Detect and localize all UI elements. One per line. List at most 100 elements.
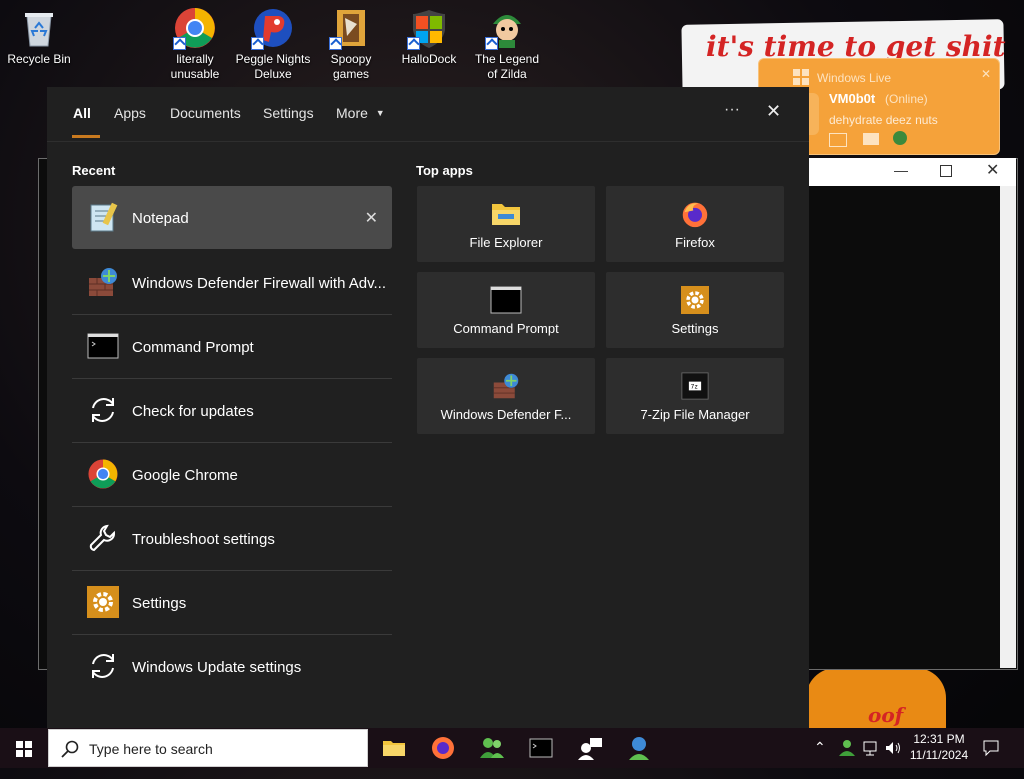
- recent-item-firewall[interactable]: Windows Defender Firewall with Adv...: [72, 251, 392, 315]
- chrome-icon: [87, 458, 119, 490]
- desktop-icon-chrome[interactable]: literally unusable: [157, 0, 233, 82]
- close-search-button[interactable]: ✕: [766, 101, 781, 122]
- command-prompt-scrollbar[interactable]: [1000, 186, 1016, 668]
- recent-item-command-prompt[interactable]: Command Prompt: [72, 315, 392, 379]
- clock-date: 11/11/2024: [909, 748, 969, 762]
- system-clock[interactable]: 12:31 PM 11/11/2024: [908, 732, 970, 772]
- desktop-icon-peggle[interactable]: Peggle Nights Deluxe: [235, 0, 311, 82]
- mail-icon[interactable]: [829, 133, 847, 147]
- taskbar-command-prompt[interactable]: [525, 732, 557, 764]
- live-close-icon[interactable]: ✕: [981, 67, 991, 81]
- chrome-icon: [173, 6, 217, 50]
- zelda-icon: [485, 6, 529, 50]
- top-app-label: Firefox: [675, 235, 715, 250]
- command-prompt-icon: [490, 286, 522, 314]
- taskbar: Type here to search ⌃ 12:31 PM 11/11/202…: [0, 728, 1024, 768]
- network-icon[interactable]: [862, 739, 880, 779]
- recent-item-check-for-updates[interactable]: Check for updates: [72, 379, 392, 443]
- live-username[interactable]: VM0b0t: [829, 91, 875, 106]
- top-app-label: File Explorer: [469, 235, 543, 250]
- messenger-icon: [480, 738, 504, 758]
- recent-item-settings[interactable]: Settings: [72, 571, 392, 635]
- tab-more[interactable]: More ▼: [336, 105, 385, 121]
- recent-item-google-chrome[interactable]: Google Chrome: [72, 443, 392, 507]
- windows-logo-icon: [407, 6, 451, 50]
- top-app-file-explorer[interactable]: File Explorer: [417, 186, 595, 262]
- firewall-icon: [490, 372, 522, 400]
- command-prompt-icon: [87, 330, 119, 362]
- refresh-icon: [87, 650, 119, 682]
- active-tab-indicator: [72, 135, 100, 138]
- taskbar-firefox[interactable]: [427, 732, 459, 764]
- tab-apps[interactable]: Apps: [114, 105, 146, 121]
- taskbar-search-box[interactable]: Type here to search: [48, 729, 368, 767]
- chevron-down-icon: ▼: [375, 108, 385, 118]
- recent-title: Recent: [72, 163, 116, 178]
- top-app-windows-defender-firewall[interactable]: Windows Defender F...: [417, 358, 595, 434]
- firefox-icon: [679, 200, 711, 228]
- recycle-bin-icon: [17, 6, 61, 50]
- taskbar-network-people[interactable]: [574, 732, 606, 764]
- tab-settings[interactable]: Settings: [263, 105, 314, 121]
- recent-item-label: Windows Update settings: [132, 659, 302, 676]
- recent-item-label: Windows Defender Firewall with Adv...: [132, 275, 386, 292]
- desktop-icon-recycle-bin[interactable]: Recycle Bin: [1, 0, 77, 67]
- recent-item-troubleshoot-settings[interactable]: Troubleshoot settings: [72, 507, 392, 571]
- gear-icon: [679, 286, 711, 314]
- tab-all[interactable]: All: [73, 105, 91, 121]
- search-tabs: All Apps Documents Settings More ▼ ··· ✕: [47, 87, 809, 142]
- start-button[interactable]: [0, 728, 48, 768]
- windows-live-title: Windows Live: [817, 71, 892, 85]
- recent-item-label: Notepad: [132, 210, 189, 227]
- desktop-icon-label: Recycle Bin: [7, 52, 71, 66]
- recent-item-label: Settings: [132, 595, 187, 612]
- network-people-icon: [578, 738, 602, 760]
- top-app-settings[interactable]: Settings: [606, 272, 784, 348]
- volume-icon[interactable]: [884, 739, 902, 779]
- clock-time: 12:31 PM: [913, 732, 965, 746]
- folder-icon: [490, 200, 522, 228]
- tab-documents[interactable]: Documents: [170, 105, 241, 121]
- top-app-firefox[interactable]: Firefox: [606, 186, 784, 262]
- live-status[interactable]: (Online): [885, 92, 928, 106]
- desktop-icon-zilda[interactable]: The Legend of Zilda: [469, 0, 545, 82]
- close-icon[interactable]: ✕: [986, 160, 999, 180]
- wallpaper-text-bottom: oof: [868, 703, 904, 727]
- desktop-icon-spoopy-games[interactable]: Spoopy games: [313, 0, 389, 82]
- top-app-command-prompt[interactable]: Command Prompt: [417, 272, 595, 348]
- maximize-icon[interactable]: [940, 165, 952, 177]
- recent-item-windows-update-settings[interactable]: Windows Update settings: [72, 635, 392, 698]
- peggle-icon: [251, 6, 295, 50]
- desktop-icon-label: Peggle Nights Deluxe: [235, 52, 311, 81]
- folder-icon[interactable]: [863, 133, 879, 145]
- taskbar-messenger[interactable]: [476, 732, 508, 764]
- firewall-icon: [87, 266, 119, 298]
- recent-item-label: Check for updates: [132, 403, 254, 420]
- messenger-tray-icon[interactable]: [838, 738, 856, 778]
- live-personal-message[interactable]: dehydrate deez nuts: [829, 113, 938, 127]
- top-app-7zip[interactable]: 7z 7-Zip File Manager: [606, 358, 784, 434]
- folder-icon: [329, 6, 373, 50]
- command-prompt-titlebar[interactable]: — ✕: [808, 158, 1016, 186]
- top-apps-title: Top apps: [416, 163, 473, 178]
- windows-logo-icon: [16, 741, 32, 757]
- minimize-icon[interactable]: —: [894, 162, 908, 178]
- desktop-icon-label: HalloDock: [401, 52, 457, 66]
- taskbar-firewall[interactable]: [623, 732, 655, 764]
- search-icon: [61, 740, 79, 758]
- action-center-button[interactable]: [982, 739, 1000, 779]
- file-explorer-icon: [383, 741, 405, 756]
- taskbar-file-explorer[interactable]: [378, 732, 410, 764]
- remove-recent-icon[interactable]: ✕: [365, 208, 378, 228]
- recent-item-notepad[interactable]: Notepad ✕: [72, 186, 392, 249]
- top-app-label: Windows Defender F...: [440, 407, 572, 422]
- globe-icon[interactable]: [893, 131, 907, 145]
- more-options-button[interactable]: ···: [724, 101, 740, 119]
- wrench-icon: [87, 522, 119, 554]
- recent-item-label: Command Prompt: [132, 339, 254, 356]
- desktop-icon-hallodock[interactable]: HalloDock: [391, 0, 467, 67]
- command-prompt-icon: [529, 738, 553, 758]
- recent-item-label: Google Chrome: [132, 467, 238, 484]
- gear-icon: [87, 586, 119, 618]
- show-hidden-icons-chevron[interactable]: ⌃: [814, 739, 826, 779]
